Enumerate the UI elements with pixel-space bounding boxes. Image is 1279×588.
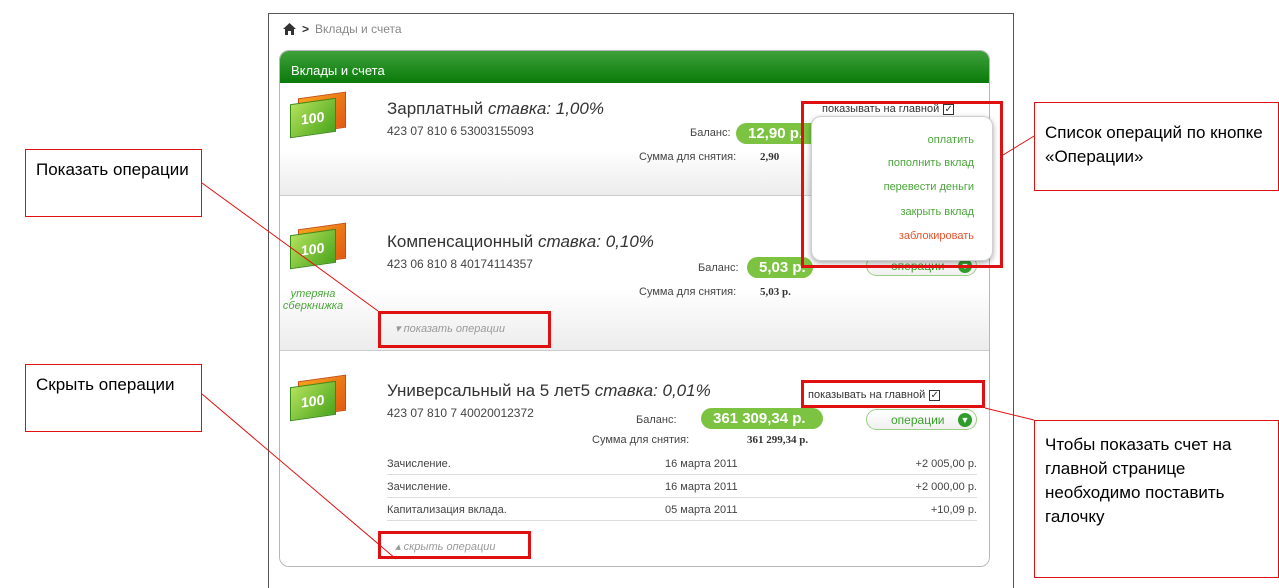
- banknote-icon: 100: [290, 91, 348, 139]
- highlight-show-operations: [378, 311, 551, 348]
- account-rate: ставка: 1,00%: [488, 99, 604, 118]
- banknote-icon: 100: [290, 222, 348, 270]
- withdraw-label: Сумма для снятия:: [639, 151, 737, 163]
- withdraw-value: 2,90: [760, 151, 780, 163]
- transaction-amount: +10,09 р.: [930, 504, 977, 516]
- account-number: 423 07 810 6 53003155093: [387, 124, 534, 138]
- transaction-amount: +2 005,00 р.: [915, 458, 977, 470]
- operations-label: операции: [891, 413, 945, 427]
- transaction-row: Капитализация вклада. 05 марта 2011 +10,…: [387, 498, 977, 521]
- balance-label: Баланс:: [698, 262, 739, 274]
- account-rate: ставка: 0,10%: [537, 232, 654, 251]
- panel-title: Вклады и счета: [280, 51, 989, 83]
- highlight-operations-list: [801, 101, 1003, 268]
- account-number: 423 06 810 8 40174114357: [387, 257, 533, 271]
- highlight-show-on-main: [801, 380, 985, 408]
- transaction-desc: Зачисление.: [387, 458, 451, 470]
- lost-passbook-label: утеряна сберкнижка: [282, 288, 344, 312]
- account-title[interactable]: Компенсационный ставка: 0,10%: [387, 232, 654, 252]
- balance-label: Баланс:: [690, 127, 731, 139]
- highlight-hide-operations: [378, 531, 531, 559]
- transaction-amount: +2 000,00 р.: [915, 481, 977, 493]
- chevron-down-icon: ▼: [958, 413, 972, 427]
- transaction-desc: Зачисление.: [387, 481, 451, 493]
- withdraw-value: 361 299,34 р.: [747, 434, 809, 446]
- breadcrumb-separator: >: [302, 22, 310, 36]
- transaction-date: 16 марта 2011: [665, 458, 738, 470]
- balance-value: 361 309,34 р.: [701, 408, 823, 429]
- breadcrumb-current: Вклады и счета: [315, 22, 402, 36]
- account-name: Зарплатный: [387, 99, 484, 118]
- transaction-row: Зачисление. 16 марта 2011 +2 005,00 р.: [387, 452, 977, 475]
- withdraw-value: 5,03 р.: [760, 286, 791, 298]
- transaction-row: Зачисление. 16 марта 2011 +2 000,00 р.: [387, 475, 977, 498]
- transaction-desc: Капитализация вклада.: [387, 504, 507, 516]
- banknote-icon: 100: [290, 374, 348, 422]
- transaction-date: 16 марта 2011: [665, 481, 738, 493]
- balance-label: Баланс:: [636, 414, 677, 426]
- home-icon[interactable]: [283, 23, 296, 35]
- account-rate: ставка: 0,01%: [594, 381, 711, 400]
- withdraw-label: Сумма для снятия:: [639, 286, 737, 298]
- transaction-date: 05 марта 2011: [665, 504, 738, 516]
- account-name: Компенсационный: [387, 232, 534, 251]
- account-title[interactable]: Универсальный на 5 лет5 ставка: 0,01%: [387, 381, 711, 401]
- operations-button[interactable]: операции ▼: [866, 409, 977, 430]
- account-number: 423 07 810 7 40020012372: [387, 406, 534, 420]
- callout-show-operations: Показать операции: [25, 149, 202, 217]
- callout-hide-operations: Скрыть операции: [25, 364, 202, 432]
- callout-show-on-main: Чтобы показать счет на главной странице …: [1034, 420, 1279, 578]
- breadcrumb: > Вклады и счета: [283, 22, 402, 36]
- account-name: Универсальный на 5 лет5: [387, 381, 591, 400]
- callout-operations-list: Список операций по кнопке «Операции»: [1034, 102, 1279, 191]
- withdraw-label: Сумма для снятия:: [592, 434, 690, 446]
- account-title[interactable]: Зарплатный ставка: 1,00%: [387, 99, 604, 119]
